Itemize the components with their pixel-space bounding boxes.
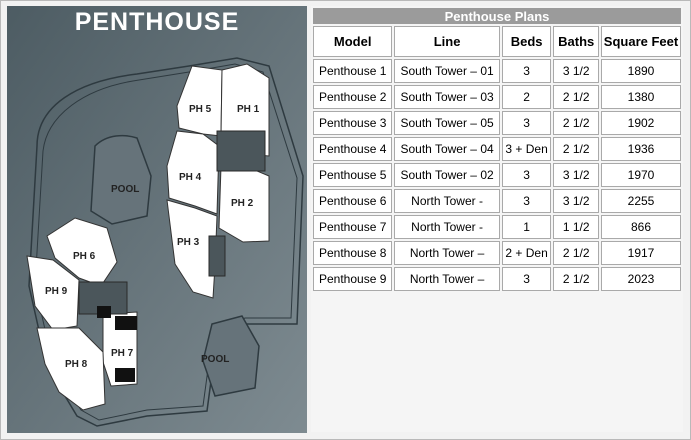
cell-square-feet: 1970 <box>600 163 681 187</box>
label-ph2: PH 2 <box>231 198 254 209</box>
label-pool-bottom: POOL <box>201 354 229 365</box>
cell-line: South Tower – 03 <box>394 85 500 109</box>
cell-model: Penthouse 2 <box>313 85 393 109</box>
penthouse-plans-table: Penthouse Plans Model Line Beds Baths Sq… <box>311 6 683 293</box>
cell-square-feet: 2023 <box>600 267 681 291</box>
label-ph9: PH 9 <box>45 286 68 297</box>
table-row: Penthouse 2 South Tower – 03 2 2 1/2 138… <box>313 85 681 109</box>
floor-plan-image: PH 5 PH 1 PH 4 PH 2 PH 3 PH 6 PH 9 PH 7 … <box>7 6 307 433</box>
cell-baths: 2 1/2 <box>553 267 599 291</box>
label-ph3: PH 3 <box>177 237 200 248</box>
cell-line: North Tower - <box>394 189 500 213</box>
table-row: Penthouse 8 North Tower – 2 + Den 2 1/2 … <box>313 241 681 265</box>
cell-square-feet: 1936 <box>600 137 681 161</box>
cell-baths: 2 1/2 <box>553 85 599 109</box>
cell-line: South Tower – 02 <box>394 163 500 187</box>
label-ph8: PH 8 <box>65 359 88 370</box>
cell-model: Penthouse 6 <box>313 189 393 213</box>
header-beds: Beds <box>501 26 552 57</box>
label-ph1: PH 1 <box>237 104 260 115</box>
core-north-dark-3 <box>97 306 111 318</box>
cell-beds: 3 <box>501 111 552 135</box>
plan-title: PENTHOUSE <box>74 8 240 36</box>
core-north-dark-2 <box>115 368 135 382</box>
cell-beds: 2 + Den <box>501 241 552 265</box>
floor-plan-drawing: PH 5 PH 1 PH 4 PH 2 PH 3 PH 6 PH 9 PH 7 … <box>7 6 307 433</box>
cell-model: Penthouse 7 <box>313 215 393 239</box>
cell-model: Penthouse 5 <box>313 163 393 187</box>
cell-beds: 3 <box>501 189 552 213</box>
table-caption: Penthouse Plans <box>313 8 681 24</box>
table-row: Penthouse 7 North Tower - 1 1 1/2 866 <box>313 215 681 239</box>
cell-beds: 3 <box>501 163 552 187</box>
cell-square-feet: 1380 <box>600 85 681 109</box>
header-model: Model <box>313 26 393 57</box>
cell-baths: 2 1/2 <box>553 111 599 135</box>
table-row: Penthouse 4 South Tower – 04 3 + Den 2 1… <box>313 137 681 161</box>
header-square-feet: Square Feet <box>600 26 681 57</box>
cell-baths: 2 1/2 <box>553 241 599 265</box>
plans-table-panel: Penthouse Plans Model Line Beds Baths Sq… <box>311 6 683 432</box>
cell-beds: 2 <box>501 85 552 109</box>
cell-model: Penthouse 1 <box>313 59 393 83</box>
label-pool-top: POOL <box>111 184 139 195</box>
cell-model: Penthouse 4 <box>313 137 393 161</box>
cell-beds: 1 <box>501 215 552 239</box>
table-row: Penthouse 9 North Tower – 3 2 1/2 2023 <box>313 267 681 291</box>
cell-beds: 3 <box>501 59 552 83</box>
table-row: Penthouse 3 South Tower – 05 3 2 1/2 190… <box>313 111 681 135</box>
cell-baths: 1 1/2 <box>553 215 599 239</box>
cell-line: North Tower – <box>394 241 500 265</box>
table-row: Penthouse 6 North Tower - 3 3 1/2 2255 <box>313 189 681 213</box>
cell-baths: 3 1/2 <box>553 59 599 83</box>
core-south-lower <box>208 235 226 277</box>
cell-square-feet: 1890 <box>600 59 681 83</box>
cell-line: South Tower – 04 <box>394 137 500 161</box>
core-south <box>216 130 266 172</box>
cell-baths: 2 1/2 <box>553 137 599 161</box>
cell-square-feet: 1902 <box>600 111 681 135</box>
cell-line: North Tower - <box>394 215 500 239</box>
cell-model: Penthouse 9 <box>313 267 393 291</box>
core-north-dark-1 <box>115 316 137 330</box>
cell-model: Penthouse 3 <box>313 111 393 135</box>
cell-line: South Tower – 01 <box>394 59 500 83</box>
cell-line: South Tower – 05 <box>394 111 500 135</box>
cell-line: North Tower – <box>394 267 500 291</box>
table-row: Penthouse 1 South Tower – 01 3 3 1/2 189… <box>313 59 681 83</box>
cell-beds: 3 <box>501 267 552 291</box>
cell-square-feet: 1917 <box>600 241 681 265</box>
header-line: Line <box>394 26 500 57</box>
cell-square-feet: 2255 <box>600 189 681 213</box>
label-ph7: PH 7 <box>111 348 134 359</box>
cell-beds: 3 + Den <box>501 137 552 161</box>
label-ph6: PH 6 <box>73 251 96 262</box>
cell-baths: 3 1/2 <box>553 189 599 213</box>
header-baths: Baths <box>553 26 599 57</box>
cell-square-feet: 866 <box>600 215 681 239</box>
cell-model: Penthouse 8 <box>313 241 393 265</box>
table-row: Penthouse 5 South Tower – 02 3 3 1/2 197… <box>313 163 681 187</box>
label-ph5: PH 5 <box>189 104 212 115</box>
label-ph4: PH 4 <box>179 172 202 183</box>
cell-baths: 3 1/2 <box>553 163 599 187</box>
